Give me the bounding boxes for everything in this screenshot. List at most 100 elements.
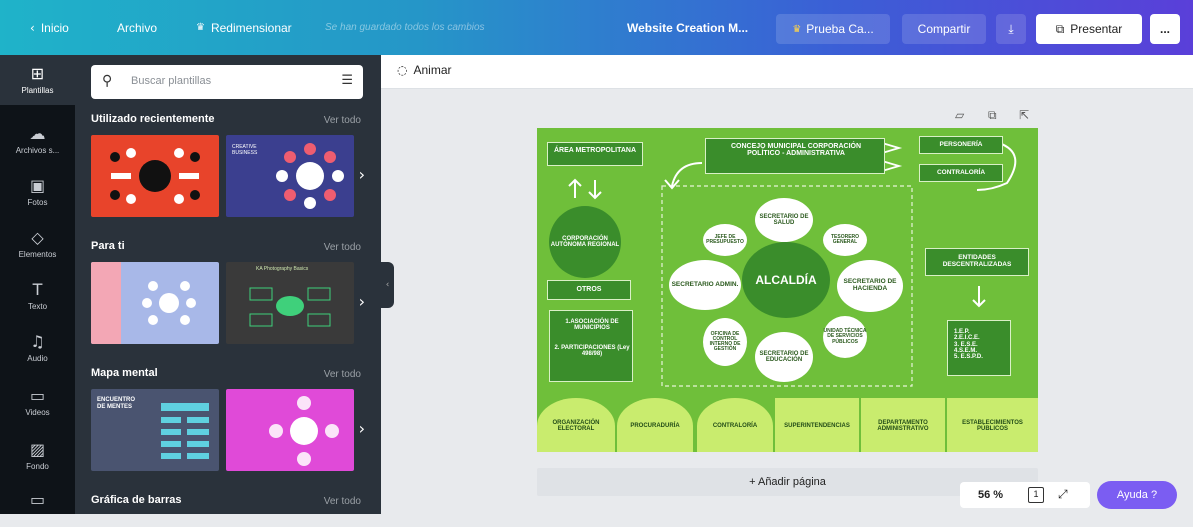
alcaldia-circle: ALCALDÍA [742,242,830,318]
personeria-box: PERSONERÍA [919,136,1003,154]
see-all-for-you[interactable]: Ver todo [324,242,361,253]
bottom-circle-contraloria: CONTRALORÍA [697,398,773,452]
car-circle: CORPORACIÓN AUTÓNOMA REGIONAL [549,206,621,278]
help-button[interactable]: Ayuda ? [1097,481,1177,509]
entidades-list-box: 1.E.P. 2.E.I.C.E. 3. E.S.E. 4.S.E.M. 5. … [947,320,1011,376]
crown-icon: ♛ [196,22,205,33]
search-input[interactable]: Buscar plantillas [131,75,211,87]
bottom-superintendencias: SUPERINTENDENCIAS [775,398,859,452]
editor-toolbar: ◌ Animar [381,55,1193,89]
thumb-text: CREATIVE BUSINESS [232,144,258,156]
elements-icon: ◇ [31,227,44,247]
asociacion-label: 1.ASOCIACIÓN DE MUNICIPIOS [565,319,619,332]
folder-icon: ▭ [29,490,46,509]
bottom-circle-procuraduria: PROCURADURÍA [617,398,693,452]
search-icon: ⚲ [102,73,113,89]
rail-label: Archivos s... [15,145,60,155]
rail-item-photos[interactable]: ▣ Fotos [0,167,75,217]
search-templates[interactable]: ⚲ Buscar plantillas ☰ [91,65,363,99]
download-button[interactable]: ⤓ [996,14,1026,44]
entidades-box: ENTIDADES DESCENTRALIZADAS [925,248,1029,276]
file-label: Archivo [117,20,158,35]
present-label: Presentar [1070,22,1123,36]
background-icon: ▨ [29,439,46,459]
collapse-panel-button[interactable]: ‹ [381,262,394,308]
area-metro-label: ÁREA METROPOLITANA [553,147,637,154]
audio-icon: ♫ [30,331,45,351]
hacienda-circle: SECRETARIO DE HACIENDA [837,260,903,312]
present-icon: ⧉ [1055,21,1065,36]
template-thumb-pink-mindmap[interactable] [226,389,354,471]
rail-item-background[interactable]: ▨ Fondo [0,431,75,481]
section-title-for-you: Para ti [91,240,125,252]
home-label: Inicio [40,20,69,35]
blue-mindmap-preview [91,262,196,344]
template-icon: ⊞ [30,63,45,83]
page-count-button[interactable]: 1 [1028,487,1044,503]
document-title[interactable]: Website Creation M... [627,0,748,55]
unidad-tecnica-circle: UNIDAD TÉCNICA DE SERVICIOS PÚBLICOS [823,316,867,358]
duplicate-page-icon[interactable]: ⧉ [988,108,997,123]
chevron-right-icon[interactable]: › [359,165,365,184]
animate-button[interactable]: ◌ Animar [397,63,452,77]
contraloria-top-box: CONTRALORÍA [919,164,1003,182]
animate-label: Animar [413,63,452,77]
see-all-mindmap[interactable]: Ver todo [324,369,361,380]
top-bar: ‹ Inicio Archivo ♛ Redimensionar Se han … [0,0,1193,55]
chevron-left-icon: ‹ [385,280,390,290]
zoom-level[interactable]: 56 % [978,489,1003,501]
notes-icon[interactable]: ▱ [955,108,964,122]
home-button[interactable]: ‹ Inicio [30,0,69,55]
thumb-text: KA Photography Basics [256,266,309,272]
rail-label: Texto [27,301,48,311]
filter-icon[interactable]: ☰ [341,73,353,88]
more-button[interactable]: ... [1150,14,1180,44]
contraloria-top-label: CONTRALORÍA [936,169,986,176]
bottom-departamento: DEPARTAMENTO ADMINISTRATIVO [861,398,945,452]
resize-button[interactable]: ♛ Redimensionar [196,0,292,55]
see-all-bar-chart[interactable]: Ver todo [324,496,361,507]
entidades-list: 1.E.P. 2.E.I.C.E. 3. E.S.E. 4.S.E.M. 5. … [954,329,983,361]
text-icon: T [32,279,43,299]
add-page-icon[interactable]: ⇱ [1019,108,1029,122]
file-menu[interactable]: Archivo [117,0,157,55]
template-thumb-mindmap-red[interactable] [91,135,219,217]
template-thumb-creative-business[interactable]: CREATIVE BUSINESS [226,135,354,217]
educacion-circle: SECRETARIO DE EDUCACIÓN [755,332,813,382]
personeria-label: PERSONERÍA [939,141,983,148]
design-canvas[interactable]: ÁREA METROPOLITANA CONCEJO MUNICIPAL COR… [537,128,1038,452]
area-metro-box: ÁREA METROPOLITANA [547,142,643,166]
fullscreen-icon[interactable]: ⤢ [1058,487,1068,502]
share-button[interactable]: Compartir [902,14,986,44]
photo-icon: ▣ [29,175,46,195]
rail-label: Videos [25,407,50,417]
otros-box: OTROS [547,280,631,300]
photography-preview [249,287,331,327]
rail-item-text[interactable]: T Texto [0,271,75,321]
crown-icon: ♛ [792,23,802,35]
trial-button[interactable]: ♛ Prueba Ca... [776,14,890,44]
chevron-right-icon[interactable]: › [359,419,365,438]
concejo-box: CONCEJO MUNICIPAL CORPORACIÓN POLÍTICO -… [705,138,885,174]
present-button[interactable]: ⧉ Presentar [1036,14,1142,44]
see-all-recent[interactable]: Ver todo [324,115,361,126]
section-title-mindmap: Mapa mental [91,367,158,379]
thumb-text: ENCUENTRO DE MENTES [97,397,136,410]
saved-status: Se han guardado todos los cambios [325,22,485,33]
rail-item-folder[interactable]: ▭ [0,477,75,527]
participaciones-label: 2. PARTICIPACIONES (Ley 498/98) [554,345,630,358]
rail-label: Elementos [18,249,57,259]
rail-item-uploads[interactable]: ☁ Archivos s... [0,115,75,165]
template-thumb-blue-mindmap[interactable] [91,262,219,344]
pink-mindmap-preview [269,396,339,466]
rail-item-audio[interactable]: ♫ Audio [0,323,75,373]
trial-label: Prueba Ca... [806,22,874,36]
chevron-right-icon[interactable]: › [359,292,365,311]
template-thumb-photography[interactable]: KA Photography Basics [226,262,354,344]
resize-label: Redimensionar [210,20,292,35]
rail-item-templates[interactable]: ⊞ Plantillas [0,55,75,105]
rail-item-videos[interactable]: ▭ Videos [0,377,75,427]
rail-item-elements[interactable]: ◇ Elementos [0,219,75,269]
template-thumb-encuentro[interactable]: ENCUENTRO DE MENTES [91,389,219,471]
download-icon: ⤓ [1008,21,1014,36]
